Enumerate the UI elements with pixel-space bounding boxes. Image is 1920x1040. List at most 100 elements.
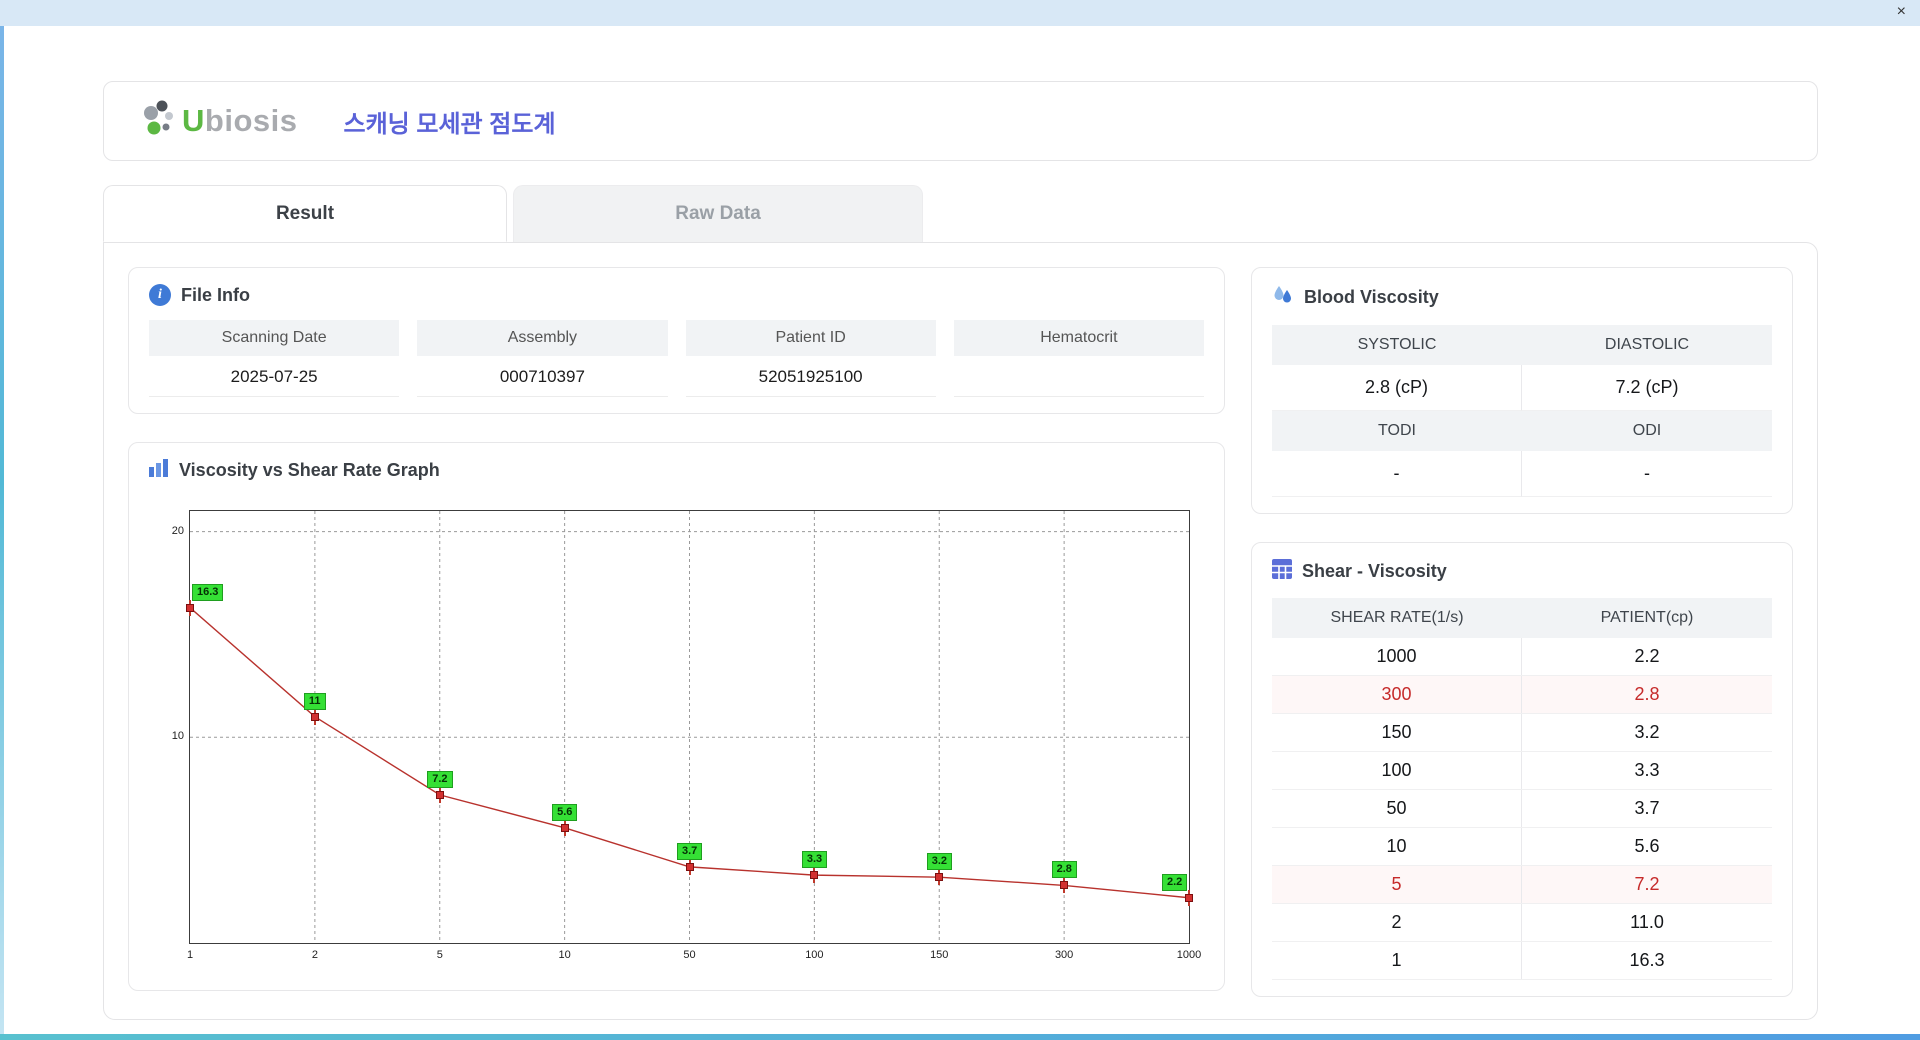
table-row: 100 3.3 bbox=[1272, 752, 1772, 790]
bv-value-row-1: 2.8 (cP) 7.2 (cP) bbox=[1272, 365, 1772, 411]
point-marker bbox=[1060, 881, 1069, 890]
blood-viscosity-card: Blood Viscosity SYSTOLIC DIASTOLIC 2.8 (… bbox=[1251, 267, 1793, 514]
logo-dots-icon bbox=[142, 98, 178, 145]
shear-table-header: SHEAR RATE(1/s) PATIENT(cp) bbox=[1272, 598, 1772, 638]
shear-rate-cell: 300 bbox=[1272, 676, 1522, 713]
bv-header-row-2: TODI ODI bbox=[1272, 411, 1772, 451]
right-column: Blood Viscosity SYSTOLIC DIASTOLIC 2.8 (… bbox=[1251, 267, 1793, 997]
point-value-label: 7.2 bbox=[427, 770, 453, 788]
chart-svg bbox=[190, 511, 1189, 943]
shear-viscosity-card: Shear - Viscosity SHEAR RATE(1/s) PATIEN… bbox=[1251, 542, 1793, 997]
diastolic-value: 7.2 (cP) bbox=[1522, 365, 1772, 411]
bv-value-row-2: - - bbox=[1272, 451, 1772, 497]
table-grid-icon bbox=[1272, 559, 1292, 584]
bv-header-row-1: SYSTOLIC DIASTOLIC bbox=[1272, 325, 1772, 365]
shear-rate-cell: 2 bbox=[1272, 904, 1522, 941]
main-content: Ubiosis 스캐닝 모세관 점도계 Result Raw Data i Fi… bbox=[103, 81, 1818, 1020]
point-marker bbox=[810, 871, 819, 880]
patient-value-cell: 3.7 bbox=[1634, 798, 1660, 818]
plot-area: 16.3 11 7.2 5.6 3.7 3.3 3.2 2.8 2.2 1 2 5 10 50 100 150… bbox=[172, 510, 1201, 961]
patient-value-cell: 2.2 bbox=[1634, 646, 1660, 666]
table-row: 50 3.7 bbox=[1272, 790, 1772, 828]
x-axis-tick: 10 bbox=[558, 949, 571, 961]
graph-title: Viscosity vs Shear Rate Graph bbox=[179, 460, 440, 480]
patient-value-cell: 3.3 bbox=[1634, 760, 1660, 780]
file-info-card: i File Info Scanning Date 2025-07-25 Ass… bbox=[128, 267, 1225, 414]
window-bottom-border bbox=[0, 1034, 1920, 1040]
point-marker bbox=[1185, 893, 1193, 902]
patient-value-cell: 7.2 bbox=[1634, 874, 1660, 894]
shear-rate-cell: 50 bbox=[1272, 790, 1522, 827]
field-assembly: Assembly 000710397 bbox=[417, 320, 668, 397]
table-row: 1 16.3 bbox=[1272, 942, 1772, 980]
table-row: 300 2.8 bbox=[1272, 676, 1772, 714]
patient-value-cell: 2.8 bbox=[1634, 684, 1660, 704]
field-hematocrit: Hematocrit bbox=[953, 320, 1204, 397]
point-marker bbox=[186, 603, 194, 612]
x-axis-tick: 150 bbox=[930, 949, 949, 961]
col-patient: PATIENT(cp) bbox=[1522, 598, 1772, 638]
point-marker bbox=[435, 790, 444, 799]
x-axis-tick: 1000 bbox=[1176, 949, 1202, 961]
patient-value-cell: 11.0 bbox=[1630, 912, 1664, 932]
bar-chart-icon bbox=[149, 459, 169, 482]
point-value-label: 11 bbox=[303, 692, 326, 710]
shear-rate-cell: 1000 bbox=[1272, 638, 1522, 675]
odi-value: - bbox=[1522, 451, 1772, 497]
shear-rate-cell: 10 bbox=[1272, 828, 1522, 865]
table-row: 2 11.0 bbox=[1272, 904, 1772, 942]
point-value-label: 2.2 bbox=[1162, 873, 1188, 891]
shear-rate-cell: 100 bbox=[1272, 752, 1522, 789]
window-left-border bbox=[0, 26, 4, 1040]
todi-value: - bbox=[1272, 451, 1522, 497]
file-info-title: File Info bbox=[181, 284, 250, 305]
point-marker bbox=[560, 823, 569, 832]
tab-raw-data[interactable]: Raw Data bbox=[513, 185, 923, 242]
point-marker bbox=[935, 873, 944, 882]
shear-rate-cell: 5 bbox=[1272, 866, 1522, 903]
point-marker bbox=[685, 862, 694, 871]
x-axis-tick: 100 bbox=[805, 949, 824, 961]
close-icon[interactable]: × bbox=[1897, 2, 1906, 22]
info-icon: i bbox=[149, 284, 171, 306]
file-info-fields: Scanning Date 2025-07-25 Assembly 000710… bbox=[149, 320, 1204, 397]
file-info-title-row: i File Info bbox=[149, 284, 1204, 306]
point-value-label: 3.2 bbox=[926, 853, 953, 871]
table-row: 5 7.2 bbox=[1272, 866, 1772, 904]
point-value-label: 2.8 bbox=[1051, 861, 1077, 879]
logo-text: Ubiosis bbox=[182, 103, 298, 138]
viscosity-chart: 16.3 11 7.2 5.6 3.7 3.3 3.2 2.8 2.2 1 2 5 10 50 100 150… bbox=[149, 496, 1204, 974]
point-value-label: 5.6 bbox=[552, 803, 578, 821]
x-axis-tick: 1 bbox=[186, 949, 194, 961]
x-axis-tick: 50 bbox=[683, 949, 696, 961]
x-axis-tick: 5 bbox=[436, 949, 443, 961]
app-header: Ubiosis 스캐닝 모세관 점도계 bbox=[103, 81, 1818, 161]
shear-viscosity-title-row: Shear - Viscosity bbox=[1272, 559, 1772, 584]
y-axis-tick: 20 bbox=[171, 524, 184, 537]
point-marker bbox=[310, 712, 319, 721]
patient-value-cell: 16.3 bbox=[1629, 950, 1665, 970]
systolic-value: 2.8 (cP) bbox=[1272, 365, 1522, 411]
x-axis-tick: 2 bbox=[311, 949, 318, 961]
point-value-label: 3.3 bbox=[801, 851, 828, 869]
point-value-label: 16.3 bbox=[192, 583, 224, 601]
blood-viscosity-title: Blood Viscosity bbox=[1304, 287, 1439, 307]
table-row: 10 5.6 bbox=[1272, 828, 1772, 866]
table-row: 1000 2.2 bbox=[1272, 638, 1772, 676]
x-axis-tick: 300 bbox=[1054, 949, 1074, 961]
droplets-icon bbox=[1272, 284, 1294, 311]
page-title: 스캐닝 모세관 점도계 bbox=[343, 110, 556, 138]
window-titlebar: × bbox=[0, 0, 1920, 26]
ubiosis-logo: Ubiosis bbox=[142, 98, 297, 145]
table-row: 150 3.2 bbox=[1272, 714, 1772, 752]
tab-result[interactable]: Result bbox=[103, 185, 507, 242]
field-patient-id: Patient ID 52051925100 bbox=[685, 320, 936, 397]
graph-card: Viscosity vs Shear Rate Graph 16.3 11 7.2 5… bbox=[128, 442, 1225, 991]
patient-value-cell: 5.6 bbox=[1634, 836, 1660, 856]
blood-viscosity-title-row: Blood Viscosity bbox=[1272, 284, 1772, 311]
shear-viscosity-title: Shear - Viscosity bbox=[1302, 561, 1447, 581]
patient-value-cell: 3.2 bbox=[1634, 722, 1660, 742]
field-scanning-date: Scanning Date 2025-07-25 bbox=[149, 320, 400, 397]
col-shear-rate: SHEAR RATE(1/s) bbox=[1272, 598, 1522, 638]
y-axis-tick: 10 bbox=[171, 730, 184, 743]
